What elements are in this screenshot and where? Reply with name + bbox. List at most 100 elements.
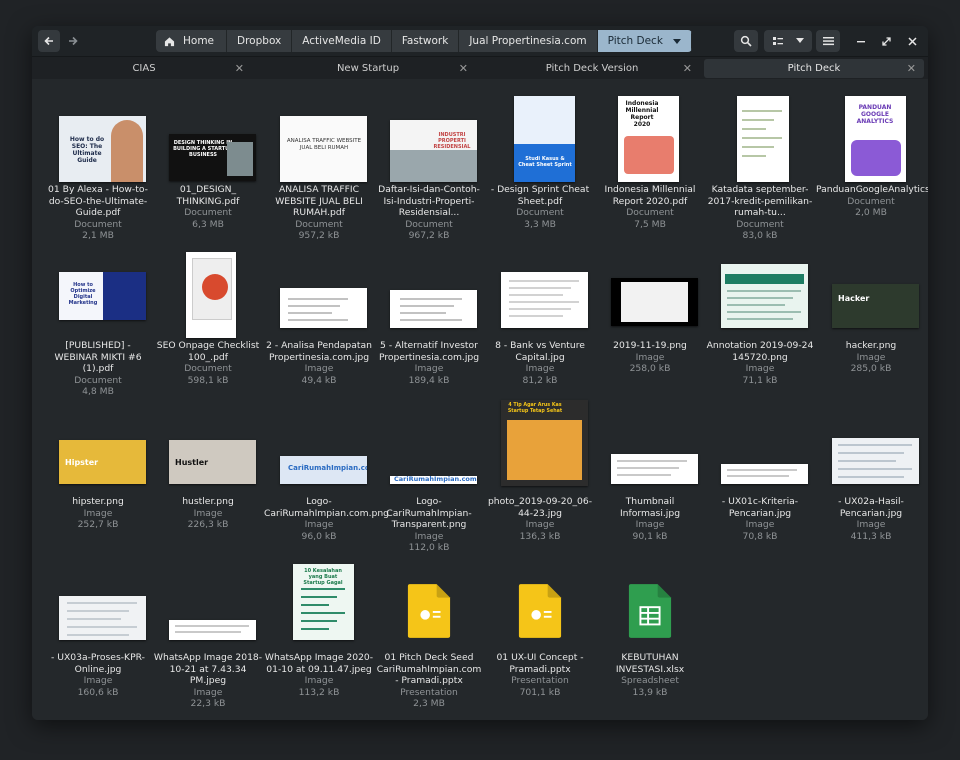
file-thumbnail	[705, 86, 815, 186]
file-size: 90,1 kB	[632, 530, 668, 542]
crumb-activemedia[interactable]: ActiveMedia ID	[292, 30, 392, 52]
file-name: - Design Sprint Cheat Sheet.pdf	[490, 184, 590, 207]
view-options-button[interactable]	[764, 30, 812, 52]
file-name: 01 By Alexa - How-to-do-SEO-the-Ultimate…	[48, 184, 148, 219]
thumbnail-text-line	[301, 604, 329, 606]
file-type: Document	[74, 218, 122, 230]
thumbnail-image	[832, 438, 919, 484]
file-label: WhatsApp Image 2018-10-21 at 7.43.34 PM.…	[153, 652, 263, 710]
minimize-icon	[856, 40, 865, 42]
crumb-label: Home	[183, 35, 215, 47]
file-label: hipster.png Image 252,7 kB	[43, 496, 153, 531]
file-thumbnail: INDUSTRI PROPERTI RESIDENSIAL DI INDONES…	[374, 86, 484, 186]
crumb-home[interactable]: Home	[156, 30, 228, 52]
crumb-pitch-deck[interactable]: Pitch Deck	[597, 30, 692, 52]
thumbnail-text-line	[727, 297, 793, 299]
close-icon[interactable]: ✕	[907, 62, 916, 75]
thumbnail-image: Indonesia Millennial Report 2020	[618, 96, 679, 182]
thumbnail-text-line	[301, 628, 329, 630]
forward-button[interactable]	[62, 30, 84, 52]
file-name: hipster.png	[72, 496, 124, 507]
file-thumbnail: PANDUAN GOOGLE ANALYTICS	[816, 86, 926, 186]
crumb-label: Fastwork	[401, 35, 449, 47]
file-label: WhatsApp Image 2020-01-10 at 09.11.47.jp…	[264, 652, 374, 698]
file-size: 22,3 kB	[190, 698, 226, 710]
file-size: 7,5 MB	[634, 218, 666, 230]
hamburger-icon	[822, 37, 834, 46]
thumbnail-image: How to do SEO: The Ultimate Guide	[59, 116, 146, 182]
file-name: KEBUTUHAN INVESTASI.xlsx	[615, 652, 685, 675]
file-thumbnail: Indonesia Millennial Report 2020	[595, 86, 705, 186]
file-thumbnail	[153, 242, 263, 342]
thumbnail-text-line	[509, 287, 571, 289]
file-grid: How to do SEO: The Ultimate Guide 01 By A…	[32, 80, 928, 720]
file-type: Document	[184, 363, 232, 375]
file-label: Katadata september-2017-kredit-pemilikan…	[705, 184, 815, 242]
file-type: Image	[304, 519, 334, 531]
thumbnail-text: Indonesia Millennial Report 2020	[625, 100, 659, 128]
thumbnail-image	[59, 596, 146, 640]
file-type: Image	[83, 675, 113, 687]
file-thumbnail	[705, 398, 815, 498]
file-thumbnail: 4 Tip Agar Arus Kas Startup Tetap Sehat	[485, 398, 595, 498]
thumbnail-text-line	[67, 618, 121, 620]
file-label: Thumbnail Informasi.jpg Image 90,1 kB	[595, 496, 705, 542]
thumbnail-image	[721, 264, 808, 328]
crumb-label: ActiveMedia ID	[302, 35, 381, 47]
file-thumbnail	[595, 398, 705, 498]
menu-button[interactable]	[816, 30, 840, 52]
thumbnail-image: 4 Tip Agar Arus Kas Startup Tetap Sehat	[501, 400, 588, 486]
file-type: Image	[304, 675, 334, 687]
close-icon[interactable]: ✕	[459, 62, 468, 75]
file-size: 3,3 MB	[524, 218, 556, 230]
search-button[interactable]	[734, 30, 758, 52]
thumbnail-text-line	[838, 452, 904, 454]
crumb-jual-propertinesia[interactable]: Jual Propertinesia.com	[459, 30, 598, 52]
minimize-button[interactable]	[854, 34, 868, 48]
arrow-right-icon	[69, 36, 78, 46]
file-type: Image	[635, 519, 665, 531]
thumbnail-image: Hacker	[832, 284, 919, 328]
tab-new-startup[interactable]: New Startup ✕	[260, 59, 476, 78]
close-icon[interactable]: ✕	[683, 62, 692, 75]
thumbnail-text-line	[288, 312, 332, 314]
crumb-fastwork[interactable]: Fastwork	[391, 30, 460, 52]
back-button[interactable]	[38, 30, 60, 52]
thumbnail-text-line	[742, 137, 782, 139]
crumb-dropbox[interactable]: Dropbox	[227, 30, 293, 52]
tab-pitch-deck-version[interactable]: Pitch Deck Version ✕	[484, 59, 700, 78]
file-name: - UX03a-Proses-KPR-Online.jpg	[51, 652, 145, 675]
file-size: 411,3 kB	[850, 530, 892, 542]
close-icon[interactable]: ✕	[235, 62, 244, 75]
file-size: 285,0 kB	[850, 363, 892, 375]
file-size: 226,3 kB	[187, 519, 229, 531]
file-type: Document	[184, 207, 232, 219]
file-label: hustler.png Image 226,3 kB	[153, 496, 263, 531]
thumbnail-text-line	[509, 308, 571, 310]
file-thumbnail: 10 Kesalahan yang Buat Startup Gagal	[264, 554, 374, 654]
file-name: WhatsApp Image 2020-01-10 at 09.11.47.jp…	[264, 652, 374, 675]
thumbnail-image	[611, 278, 698, 326]
thumbnail-text-line	[400, 305, 454, 307]
file-name: 5 - Alternatif Investor Propertinesia.co…	[378, 340, 480, 363]
file-label: Logo-CariRumahImpian.com.png Image 96,0 kB	[264, 496, 389, 542]
file-label: 01 Pitch Deck Seed CariRumahImpian.com -…	[374, 652, 484, 710]
thumbnail-text: ANALISA TRAFFIC WEBSITE JUAL BELI RUMAH	[286, 138, 362, 151]
thumbnail-text-line	[727, 469, 797, 471]
file-thumbnail	[374, 242, 484, 342]
tab-pitch-deck[interactable]: Pitch Deck ✕	[704, 59, 924, 78]
tab-cias[interactable]: CIAS ✕	[36, 59, 252, 78]
file-name: - UX02a-Hasil-Pencarian.jpg	[838, 496, 904, 519]
thumbnail-image	[737, 96, 789, 182]
maximize-button[interactable]	[879, 34, 893, 48]
file-name: PanduanGoogleAnalytics.pdf	[816, 184, 928, 195]
file-size: 83,0 kB	[742, 230, 778, 242]
thumbnail-text-line	[509, 315, 563, 317]
tab-bar: CIAS ✕ New Startup ✕ Pitch Deck Version …	[32, 57, 928, 79]
close-icon	[907, 36, 917, 46]
file-thumbnail	[374, 554, 484, 654]
file-thumbnail: DESIGN THINKING IN BUILDING A STARTUP BU…	[153, 86, 263, 186]
close-button[interactable]	[905, 34, 919, 48]
file-label: 2019-11-19.png Image 258,0 kB	[595, 340, 705, 375]
arrow-left-icon	[44, 36, 53, 46]
